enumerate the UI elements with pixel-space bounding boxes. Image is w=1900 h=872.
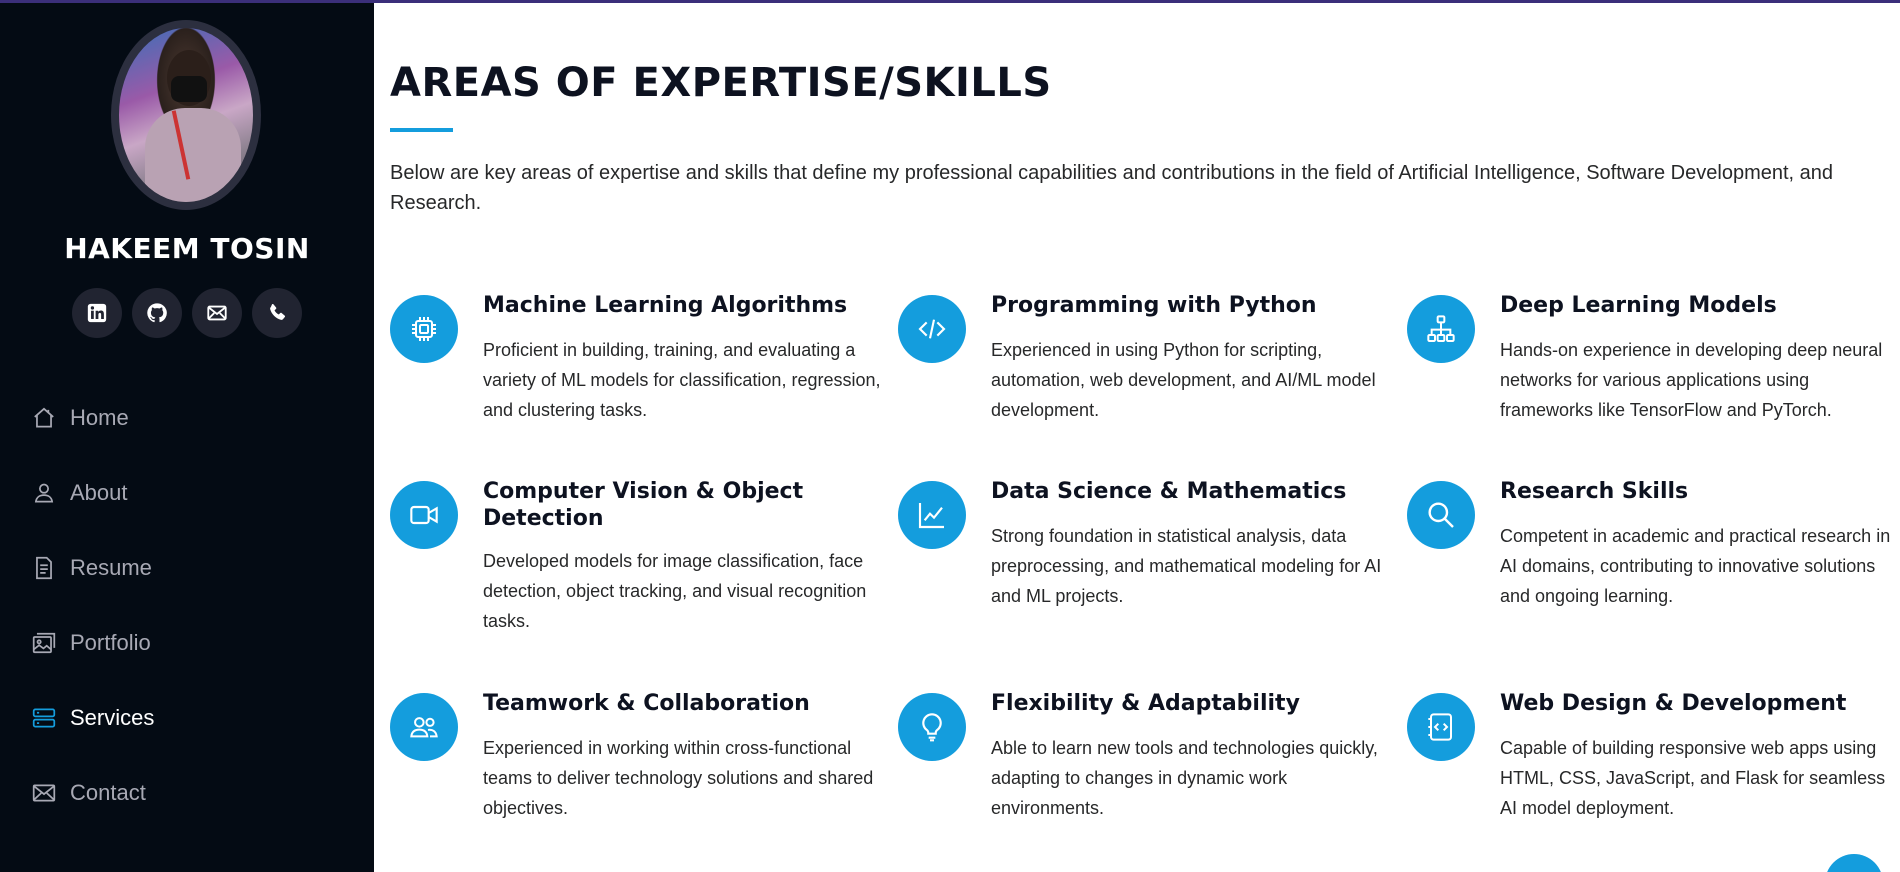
skill-title: Machine Learning Algorithms [483,293,848,318]
lightbulb-icon [898,693,966,761]
skill-description: Strong foundation in statistical analysi… [991,526,1382,606]
nav-item-services[interactable]: Services [30,680,154,755]
profile-photo [119,28,253,202]
skill-description: Developed models for image classificatio… [483,551,867,631]
nav-label-about: About [70,479,128,505]
nav-item-home[interactable]: Home [30,380,154,455]
services-section: AREAS OF EXPERTISE/SKILLS Below are key … [390,0,1900,872]
nav-item-resume[interactable]: Resume [30,530,154,605]
skill-title: Research Skills [1500,479,1689,504]
search-icon [1407,481,1475,549]
file-code-icon [1407,693,1475,761]
email-link[interactable] [192,288,242,338]
sidebar: HAKEEM TOSIN Home About Resume Portfolio… [0,0,374,872]
skill-description: Able to learn new tools and technologies… [991,738,1378,818]
skill-title: Web Design & Development [1500,691,1847,716]
people-icon [390,693,458,761]
envelope-icon [30,779,58,807]
diagram-icon [1407,295,1475,363]
nav-item-contact[interactable]: Contact [30,755,154,830]
graph-up-icon [898,481,966,549]
file-text-icon [30,554,58,582]
code-icon [898,295,966,363]
skill-title: Computer Vision & Object Detection [483,479,804,531]
skill-description: Experienced in working within cross-func… [483,738,874,818]
skill-description: Competent in academic and practical rese… [1500,526,1891,606]
avatar [111,20,261,210]
nav-item-portfolio[interactable]: Portfolio [30,605,154,680]
page-title: AREAS OF EXPERTISE/SKILLS [390,60,1052,106]
skill-description: Hands-on experience in developing deep n… [1500,340,1883,420]
skill-description: Capable of building responsive web apps … [1500,738,1886,818]
skill-title: Programming with Python [991,293,1317,318]
phone-icon [270,304,286,320]
person-icon [30,479,58,507]
skill-title: Data Science & Mathematics [991,479,1347,504]
house-icon [30,404,58,432]
social-links [72,288,302,338]
linkedin-link[interactable] [72,288,122,338]
skill-description: Experienced in using Python for scriptin… [991,340,1376,420]
nav-label-home: Home [70,404,129,430]
phone-link[interactable] [252,288,302,338]
skill-title: Deep Learning Models [1500,293,1777,318]
github-icon [147,303,167,323]
top-border [0,0,1900,3]
nav-label-services: Services [70,704,155,730]
skill-title: Flexibility & Adaptability [991,691,1300,716]
nav-item-about[interactable]: About [30,455,154,530]
nav-label-portfolio: Portfolio [70,629,151,655]
camera-video-icon [390,481,458,549]
title-underline [390,128,453,132]
skill-title: Teamwork & Collaboration [483,691,810,716]
linkedin-icon [87,303,107,323]
section-intro: Below are key areas of expertise and ski… [390,162,1834,214]
images-icon [30,629,58,657]
sidebar-nav: Home About Resume Portfolio Services Con… [30,380,154,830]
nav-label-resume: Resume [70,554,152,580]
github-link[interactable] [132,288,182,338]
cpu-icon [390,295,458,363]
hdd-stack-icon [30,704,58,732]
profile-name: HAKEEM TOSIN [64,232,310,265]
skill-description: Proficient in building, training, and ev… [483,340,881,420]
email-icon [207,305,227,321]
nav-label-contact: Contact [70,779,146,805]
